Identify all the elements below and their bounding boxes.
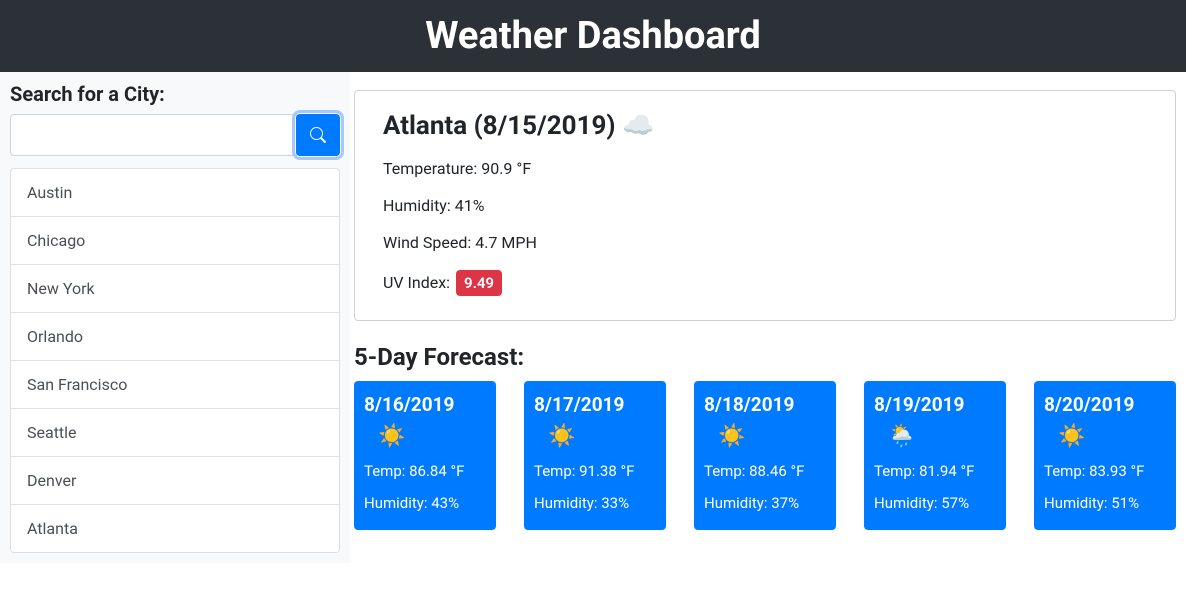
search-input[interactable] xyxy=(10,114,297,156)
forecast-humidity: Humidity: 57% xyxy=(874,494,996,512)
forecast-day-card: 8/19/2019 🌦️ Temp: 81.94 °F Humidity: 57… xyxy=(864,381,1006,530)
page-title: Weather Dashboard xyxy=(0,14,1186,58)
forecast-day-card: 8/16/2019 ☀️ Temp: 86.84 °F Humidity: 43… xyxy=(354,381,496,530)
forecast-temp: Temp: 83.93 °F xyxy=(1044,462,1166,480)
history-item[interactable]: Atlanta xyxy=(11,505,339,552)
sidebar: Search for a City: Austin Chicago New Yo… xyxy=(0,72,350,563)
current-wind: Wind Speed: 4.7 MPH xyxy=(383,233,1147,252)
current-humidity: Humidity: 41% xyxy=(383,196,1147,215)
forecast-humidity: Humidity: 33% xyxy=(534,494,656,512)
search-button[interactable] xyxy=(296,114,340,156)
sun-icon: ☀️ xyxy=(378,426,486,448)
forecast-date: 8/18/2019 xyxy=(704,393,826,416)
rain-sun-icon: 🌦️ xyxy=(888,426,996,448)
current-temp: Temperature: 90.9 °F xyxy=(383,159,1147,178)
forecast-date: 8/16/2019 xyxy=(364,393,486,416)
current-uv: UV Index: 9.49 xyxy=(383,270,1147,296)
history-item[interactable]: Chicago xyxy=(11,217,339,265)
forecast-date: 8/17/2019 xyxy=(534,393,656,416)
forecast-humidity: Humidity: 37% xyxy=(704,494,826,512)
current-city-title: Atlanta (8/15/2019) ☁️ xyxy=(383,111,1147,141)
forecast-title: 5-Day Forecast: xyxy=(354,343,1176,371)
main-panel: Atlanta (8/15/2019) ☁️ Temperature: 90.9… xyxy=(350,72,1186,563)
forecast-humidity: Humidity: 51% xyxy=(1044,494,1166,512)
forecast-humidity: Humidity: 43% xyxy=(364,494,486,512)
search-icon xyxy=(310,127,326,143)
main-container: Search for a City: Austin Chicago New Yo… xyxy=(0,72,1186,563)
history-item[interactable]: Austin xyxy=(11,169,339,217)
forecast-temp: Temp: 81.94 °F xyxy=(874,462,996,480)
history-item[interactable]: Orlando xyxy=(11,313,339,361)
forecast-temp: Temp: 88.46 °F xyxy=(704,462,826,480)
sun-icon: ☀️ xyxy=(548,426,656,448)
search-group xyxy=(10,114,340,156)
forecast-day-card: 8/18/2019 ☀️ Temp: 88.46 °F Humidity: 37… xyxy=(694,381,836,530)
history-item[interactable]: New York xyxy=(11,265,339,313)
uv-badge: 9.49 xyxy=(456,270,502,296)
history-item[interactable]: San Francisco xyxy=(11,361,339,409)
history-item[interactable]: Seattle xyxy=(11,409,339,457)
history-item[interactable]: Denver xyxy=(11,457,339,505)
uv-label: UV Index: xyxy=(383,273,454,292)
page-header: Weather Dashboard xyxy=(0,0,1186,72)
sun-icon: ☀️ xyxy=(718,426,826,448)
forecast-day-card: 8/17/2019 ☀️ Temp: 91.38 °F Humidity: 33… xyxy=(524,381,666,530)
forecast-day-card: 8/20/2019 ☀️ Temp: 83.93 °F Humidity: 51… xyxy=(1034,381,1176,530)
sun-icon: ☀️ xyxy=(1058,426,1166,448)
history-list: Austin Chicago New York Orlando San Fran… xyxy=(10,168,340,553)
current-weather-card: Atlanta (8/15/2019) ☁️ Temperature: 90.9… xyxy=(354,90,1176,321)
forecast-row: 8/16/2019 ☀️ Temp: 86.84 °F Humidity: 43… xyxy=(354,381,1176,530)
search-label: Search for a City: xyxy=(10,82,340,106)
forecast-date: 8/20/2019 xyxy=(1044,393,1166,416)
forecast-date: 8/19/2019 xyxy=(874,393,996,416)
forecast-temp: Temp: 91.38 °F xyxy=(534,462,656,480)
forecast-temp: Temp: 86.84 °F xyxy=(364,462,486,480)
